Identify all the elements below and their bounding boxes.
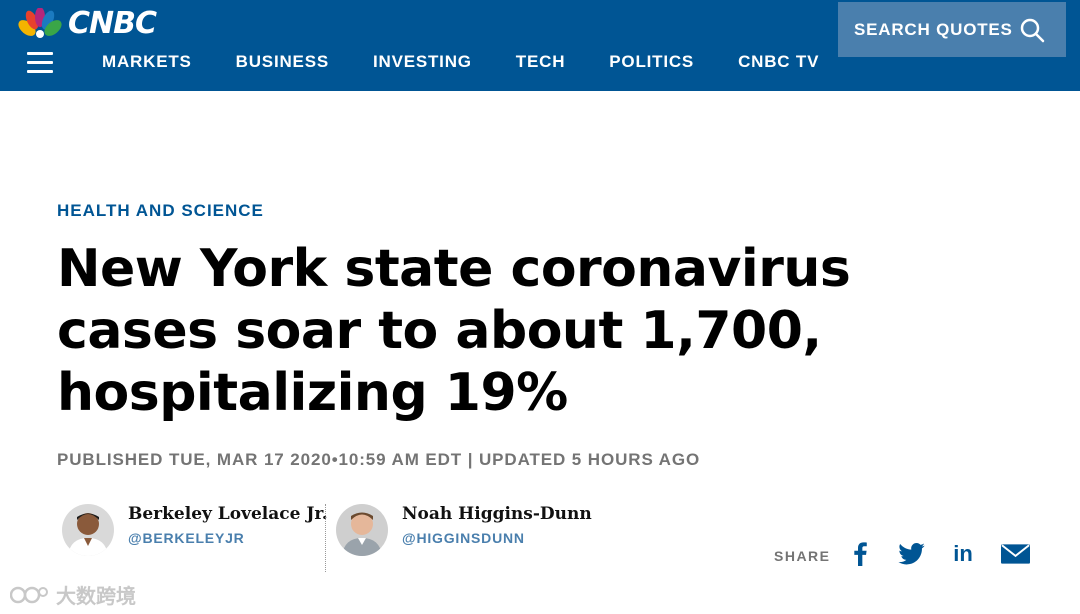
nav-markets[interactable]: MARKETS — [102, 52, 192, 72]
author-card: Noah Higgins-Dunn @HIGGINSDUNN — [336, 504, 592, 556]
nav-politics[interactable]: POLITICS — [609, 52, 694, 72]
search-quotes-button[interactable]: SEARCH QUOTES — [838, 2, 1066, 57]
nav-investing[interactable]: INVESTING — [373, 52, 472, 72]
hamburger-menu-icon[interactable] — [27, 52, 53, 74]
linkedin-share-button[interactable]: in — [950, 540, 976, 568]
linkedin-icon: in — [953, 541, 973, 566]
email-icon — [1000, 544, 1030, 564]
nav-tech[interactable]: TECH — [516, 52, 565, 72]
watermark-logo-icon — [10, 586, 48, 603]
twitter-icon — [897, 543, 925, 565]
author-name[interactable]: Noah Higgins-Dunn — [402, 504, 592, 524]
peacock-icon — [18, 8, 62, 38]
author-card: Berkeley Lovelace Jr. @BERKELEYJR — [62, 504, 328, 556]
author-twitter-handle[interactable]: @HIGGINSDUNN — [402, 530, 592, 546]
twitter-share-button[interactable] — [897, 540, 925, 568]
author-divider — [325, 504, 326, 572]
author-avatar[interactable] — [336, 504, 388, 556]
watermark-text: 大数跨境 — [56, 586, 136, 608]
main-nav: MARKETS BUSINESS INVESTING TECH POLITICS… — [102, 52, 863, 72]
search-icon — [1020, 18, 1044, 42]
nav-business[interactable]: BUSINESS — [236, 52, 329, 72]
author-name[interactable]: Berkeley Lovelace Jr. — [128, 504, 328, 524]
facebook-icon — [853, 542, 867, 566]
nav-cnbc-tv[interactable]: CNBC TV — [738, 52, 819, 72]
email-share-button[interactable] — [1000, 540, 1030, 568]
author-avatar[interactable] — [62, 504, 114, 556]
section-link[interactable]: HEALTH AND SCIENCE — [57, 201, 264, 221]
author-twitter-handle[interactable]: @BERKELEYJR — [128, 530, 328, 546]
search-quotes-label: SEARCH QUOTES — [854, 19, 1013, 39]
site-header: CNBC MARKETS BUSINESS INVESTING TECH POL… — [0, 0, 1080, 91]
article-headline: New York state coronavirus cases soar to… — [57, 239, 851, 423]
share-label: SHARE — [774, 548, 831, 564]
facebook-share-button[interactable] — [850, 540, 870, 568]
watermark: 大数跨境 — [10, 580, 136, 609]
cnbc-logo[interactable]: CNBC — [18, 5, 157, 41]
article-timestamp: PUBLISHED TUE, MAR 17 2020•10:59 AM EDT … — [57, 450, 701, 469]
logo-text: CNBC — [68, 5, 157, 41]
